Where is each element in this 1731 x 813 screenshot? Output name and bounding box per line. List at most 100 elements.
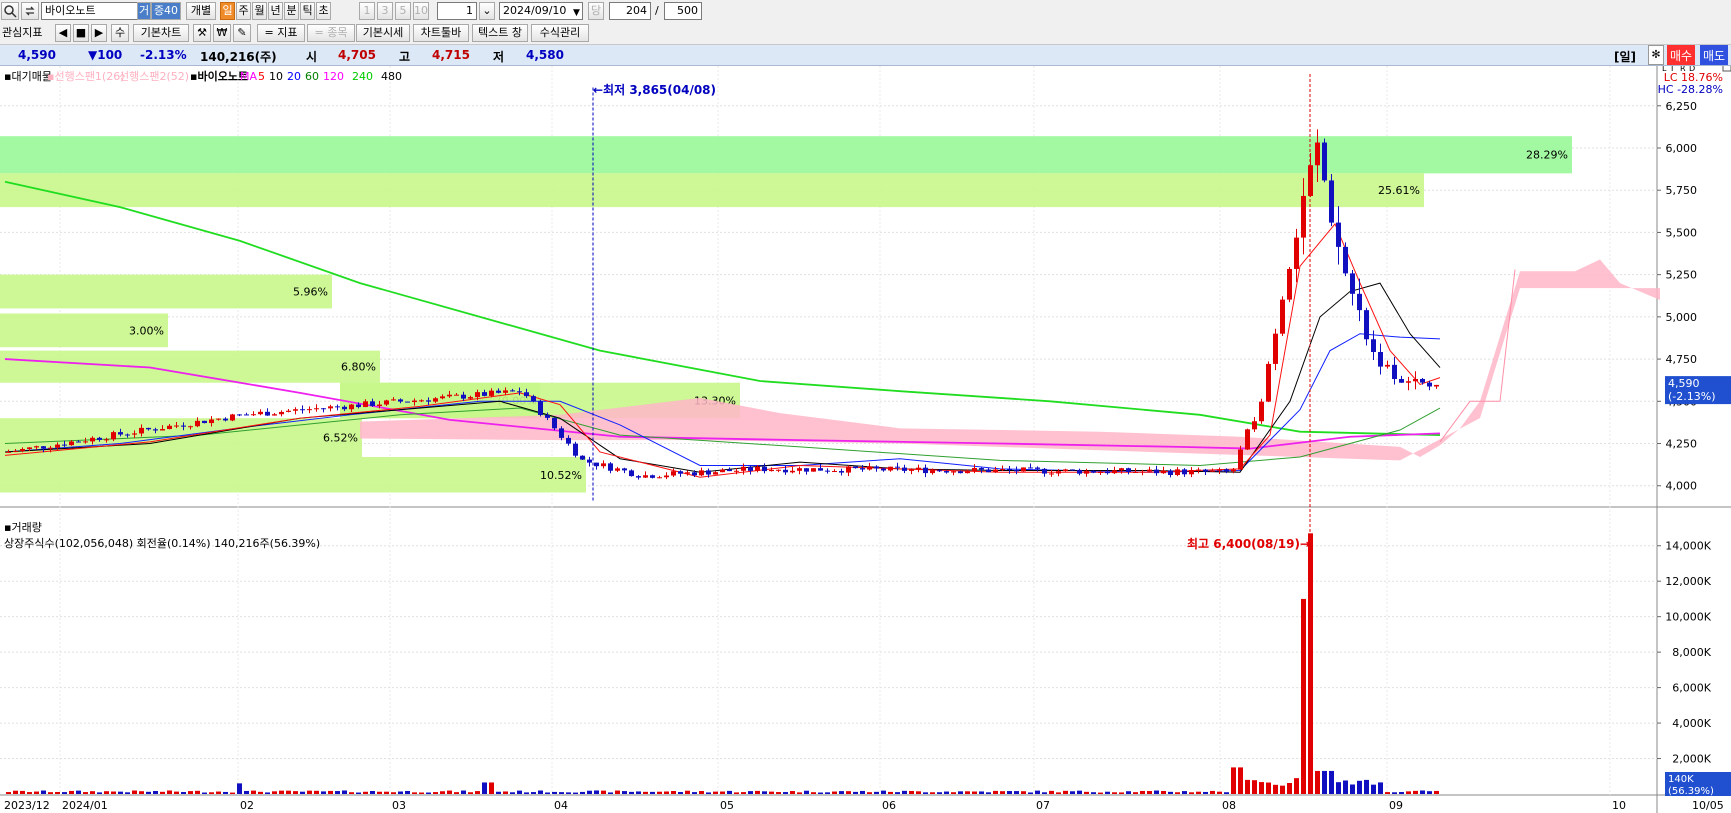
interval-button-3[interactable]: 3 [377,2,393,20]
candle-body [825,470,830,472]
candle-body [447,394,452,397]
volume-bar [1350,784,1355,794]
volume-bar [559,792,564,794]
period-tab-5[interactable]: 틱 [300,2,315,20]
volume-bar [748,791,753,794]
candle-body [237,414,242,416]
volume-bar [678,792,683,794]
interval-input[interactable]: 1 [437,2,477,20]
basic-chart-button[interactable]: 기본차트 [133,24,189,42]
candle-body [321,408,326,410]
lird-icon: D [1689,66,1695,73]
volume-bar [1385,792,1390,794]
volume-bar [1364,779,1369,794]
badge-ge[interactable]: 거 [137,2,151,20]
formula-button[interactable]: 수식관리 [531,24,589,42]
buy-button[interactable]: 매수 [1667,45,1696,65]
item-button[interactable]: = 종목 [307,24,355,42]
low-label: 저 [493,50,505,64]
price-chart-svg[interactable]: 6,2506,0005,7505,5005,2505,0004,7504,500… [0,62,1731,813]
chevron-down-icon[interactable]: ⌄ [479,2,495,20]
period-tab-2[interactable]: 월 [252,2,267,20]
individual-button[interactable]: 개별 [186,2,216,20]
wrench-icon[interactable]: ⚒ [193,24,211,42]
watch-indicator-label[interactable]: 관심지표 [2,24,42,42]
day-button[interactable]: [일] [1614,48,1636,65]
period-tab-4[interactable]: 분 [284,2,299,20]
candle-body [433,398,438,402]
date-select[interactable]: 2024/09/10 [499,2,583,20]
volume-tick-label: 8,000K [1672,646,1711,659]
volume-bar [601,790,606,794]
interval-button-5[interactable]: 5 [395,2,411,20]
dang-button[interactable]: 당 [588,2,604,20]
candle-body [1119,468,1124,471]
volume-bar [1126,791,1131,794]
volume-bar [370,791,375,794]
tool-icon[interactable]: ✎ [233,24,251,42]
date-dropdown-icon[interactable]: ▼ [573,4,580,22]
candle-body [1063,469,1068,472]
current-volume-pct: (56.39%) [1668,786,1714,797]
high-label: 고 [399,50,411,64]
volume-bar [1070,791,1075,794]
search-icon[interactable] [1,2,19,20]
supply-zone-label: 6.52% [323,432,358,445]
candle-body [482,392,487,396]
volume-bar [1357,780,1362,794]
volume-bar [328,790,333,794]
volume-bar [174,791,179,794]
nav-next-button[interactable]: ▶ [91,24,107,42]
chart-toolbar-button[interactable]: 차트툴바 [413,24,469,42]
candle-body [489,390,494,396]
volume-bar [1273,784,1278,794]
interval-button-1[interactable]: 1 [359,2,375,20]
volume-bar [223,791,228,794]
price-tick-label: 5,500 [1666,226,1698,239]
sell-button[interactable]: 매도 [1700,45,1729,65]
volume-bar [1189,792,1194,794]
badge-jeung[interactable]: 증40 [151,2,181,20]
candle-body [1329,180,1334,223]
candle-body [27,447,32,449]
basic-quote-button[interactable]: 기본시세 [356,24,410,42]
x-tick-label: 08 [1222,799,1236,812]
indicator-button[interactable]: = 지표 [257,24,305,42]
period-tab-6[interactable]: 초 [316,2,331,20]
su-button[interactable]: 수 [111,24,129,42]
lird-icon: I [1671,66,1673,73]
volume-bar [76,790,81,794]
volume-bar [356,792,361,794]
text-window-button[interactable]: 텍스트 창 [472,24,528,42]
count-input[interactable]: 204 [609,2,651,20]
period-tab-0[interactable]: 일 [220,2,235,20]
candle-body [454,394,459,396]
candle-body [1315,142,1320,166]
interval-button-10[interactable]: 10 [413,2,429,20]
candle-body [370,401,375,406]
candle-body [153,429,158,431]
nav-prev-button[interactable]: ◀ [55,24,71,42]
legend-ma-60: 60 [305,70,319,83]
period-tab-3[interactable]: 년 [268,2,283,20]
stock-name-field[interactable]: 바이오노트 [41,2,138,20]
volume-bar [1427,791,1432,794]
candle-body [412,400,417,403]
candle-body [1266,363,1271,402]
volume-bar [867,792,872,794]
candle-body [62,444,67,446]
volume-bar [930,792,935,794]
won-button[interactable]: ₩ [213,24,231,42]
candle-body [377,404,382,406]
candle-body [1189,470,1194,475]
volume-bar [937,792,942,794]
period-tab-1[interactable]: 주 [236,2,251,20]
candle-body [1084,470,1089,474]
volume-bar [622,791,627,794]
change-rate: -2.13% [140,48,187,62]
nav-stop-button[interactable]: ■ [73,24,89,42]
refresh-icon[interactable] [21,2,39,20]
total-input[interactable]: 500 [664,2,702,20]
volume-bar [293,791,298,794]
gear-icon[interactable]: ✻ [1648,45,1664,65]
